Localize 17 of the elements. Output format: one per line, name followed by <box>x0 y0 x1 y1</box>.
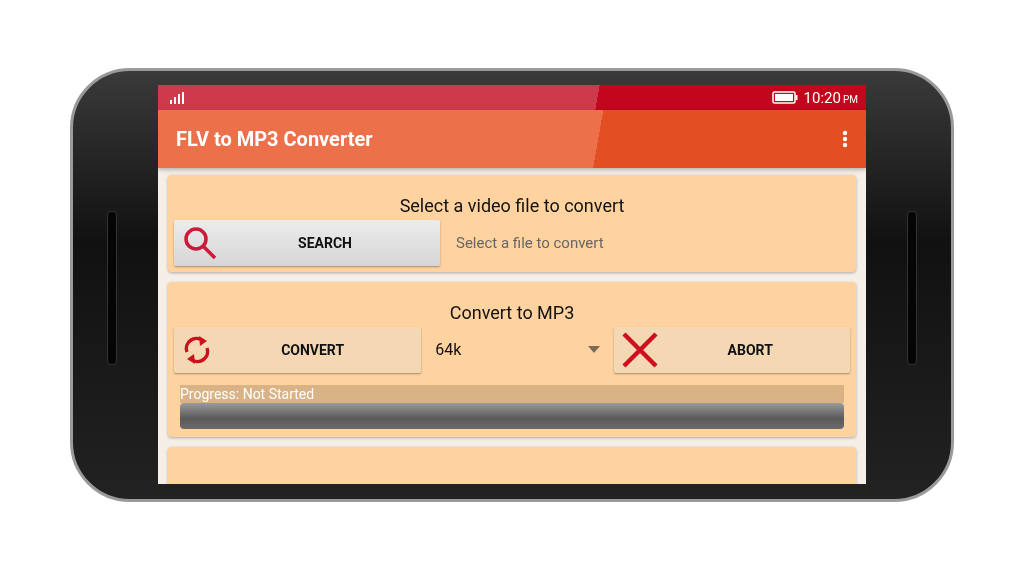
progress-label: Progress: Not Started <box>180 384 844 403</box>
app-title: FLV to MP3 Converter <box>176 126 374 151</box>
clock-time: 10:20 <box>803 88 841 107</box>
close-icon <box>622 331 659 368</box>
bitrate-dropdown[interactable]: 64k <box>431 329 605 370</box>
card-title: Select a video file to convert <box>399 194 625 216</box>
search-button[interactable]: SEARCH <box>174 219 440 266</box>
clock-period: PM <box>842 93 858 105</box>
convert-button[interactable]: CONVERT <box>174 326 422 373</box>
overflow-menu-icon[interactable] <box>842 129 848 148</box>
abort-button[interactable]: ABORT <box>614 326 850 373</box>
battery-icon <box>771 91 798 104</box>
search-icon <box>182 224 218 261</box>
dropdown-caret-icon <box>588 346 601 354</box>
card-title: Convert to MP3 <box>449 301 575 323</box>
signal-icon <box>170 91 186 104</box>
file-path-field[interactable]: Select a file to convert <box>456 233 604 252</box>
